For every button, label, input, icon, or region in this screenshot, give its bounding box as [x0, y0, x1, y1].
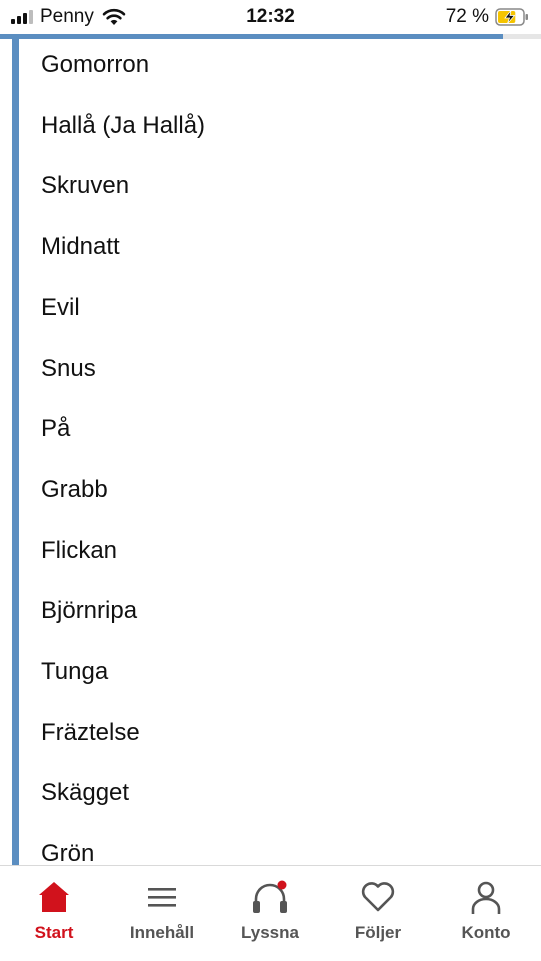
word-list-item: Hallå (Ja Hallå) [41, 112, 206, 139]
nav-foljer[interactable]: Följer [324, 866, 432, 961]
nav-label: Innehåll [129, 923, 195, 942]
notification-dot [277, 880, 287, 890]
menu-icon [108, 880, 216, 916]
nav-konto[interactable]: Konto [432, 866, 540, 961]
battery-charging-icon [495, 8, 529, 26]
status-right: 72 % [446, 6, 529, 28]
nav-lyssna[interactable]: Lyssna [216, 866, 324, 961]
word-list-item: Skägget [41, 779, 130, 806]
nav-label: Start [34, 923, 74, 942]
battery-percentage: 72 % [445, 6, 489, 27]
heart-icon [324, 880, 432, 916]
word-list-item: Flickan [41, 537, 118, 564]
headphones-icon [216, 880, 324, 916]
nav-innehall[interactable]: Innehåll [108, 866, 216, 961]
word-list-item: Grabb [41, 476, 108, 503]
word-list-item: Gomorron [41, 51, 150, 78]
word-list-item: Grön [41, 840, 95, 865]
word-list-item: Midnatt [41, 233, 120, 260]
nav-label: Lyssna [241, 923, 299, 942]
status-bar: Penny 12:32 72 % [0, 0, 541, 34]
home-icon [0, 880, 108, 916]
word-list-item: Björnripa [41, 597, 138, 624]
word-list-item: Skruven [41, 172, 130, 199]
word-list: Gomorron Hallå (Ja Hallå) Skruven Midnatt Ev… [0, 39, 541, 865]
person-icon [432, 880, 540, 916]
bottom-navigation: Start Innehåll Lyssna Följer Konto [0, 865, 541, 960]
nav-label: Konto [461, 923, 511, 942]
word-list-item: Tunga [41, 658, 109, 685]
word-list-item: På [41, 415, 71, 442]
nav-label: Följer [354, 923, 402, 942]
word-list-item: Snus [41, 355, 96, 382]
nav-start[interactable]: Start [0, 866, 108, 961]
word-list-item: Evil [41, 294, 80, 321]
word-list-item: Fräztelse [41, 719, 140, 746]
